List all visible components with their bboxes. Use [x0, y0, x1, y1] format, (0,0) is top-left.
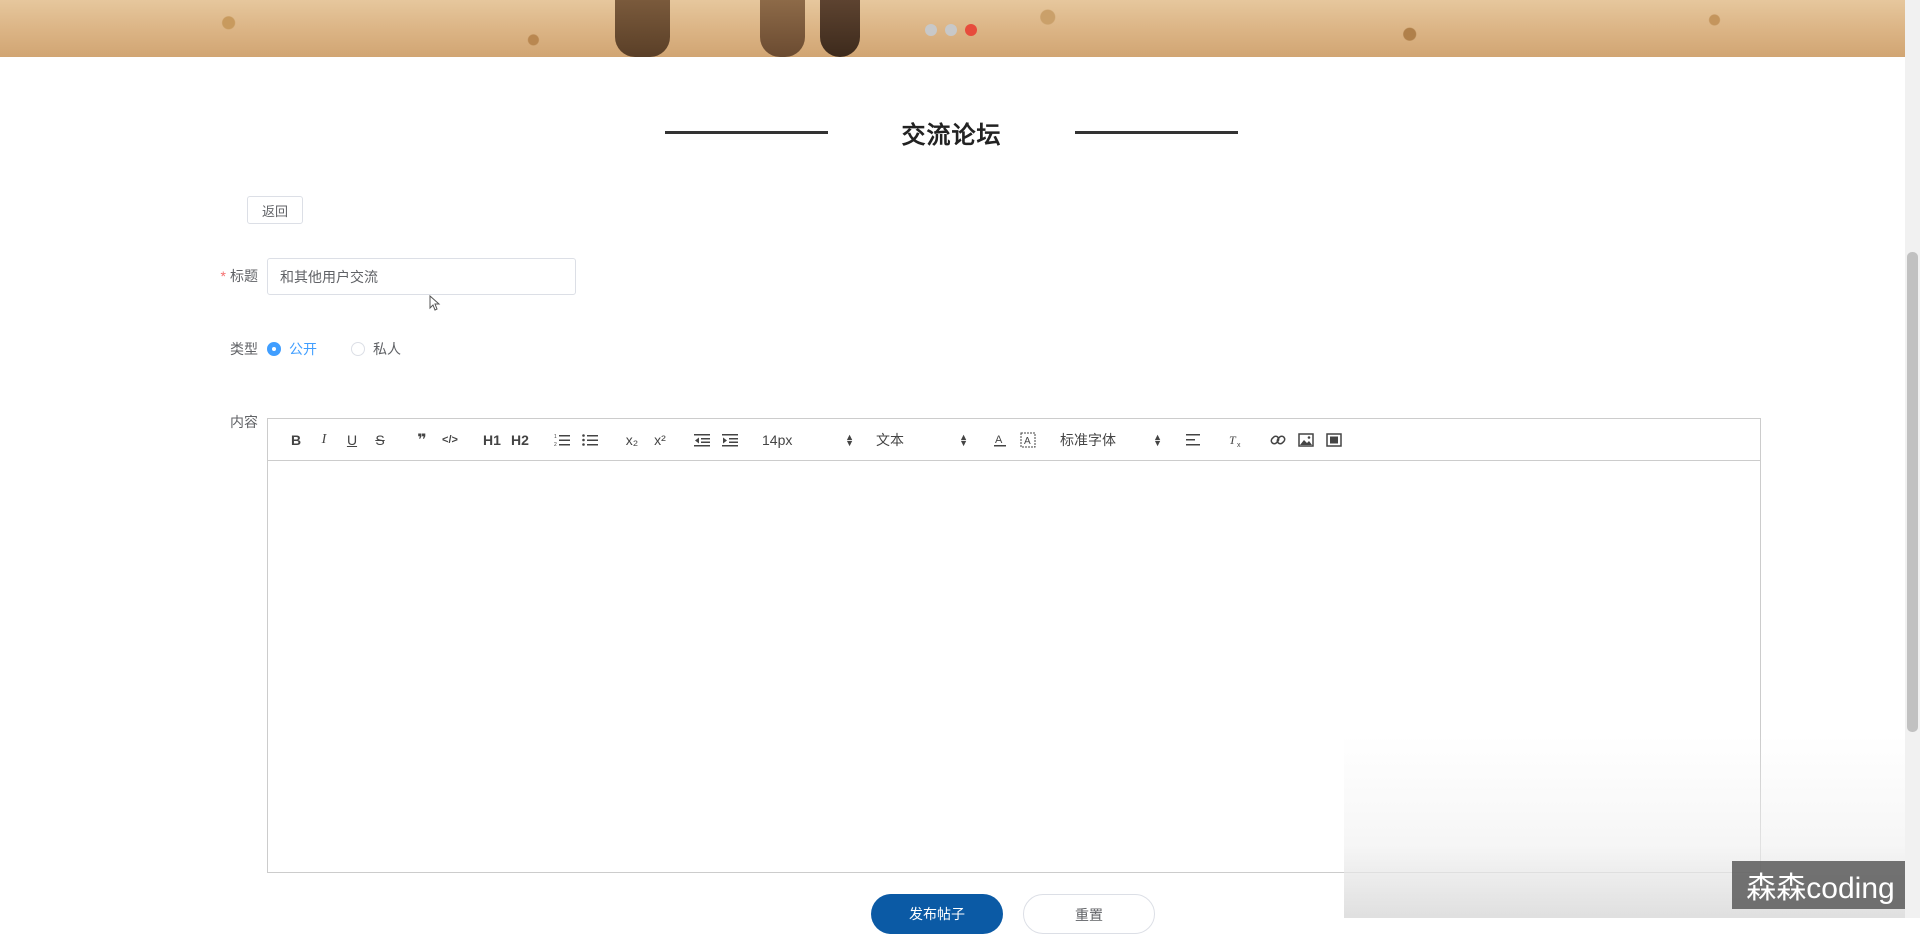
subscript-icon[interactable]: x₂: [618, 428, 646, 452]
header2-icon[interactable]: H2: [506, 428, 534, 452]
font-family-value: 标准字体: [1060, 431, 1116, 448]
indent-icon[interactable]: [716, 428, 744, 452]
scrollbar-thumb[interactable]: [1907, 252, 1918, 732]
font-size-value: 14px: [762, 431, 793, 448]
select-arrows-icon: ▲ ▼: [1153, 431, 1162, 448]
radio-circle-icon[interactable]: [267, 342, 281, 356]
bold-icon[interactable]: B: [282, 428, 310, 452]
watermark: 森森coding: [1732, 861, 1909, 909]
carousel-dot[interactable]: [925, 24, 937, 36]
svg-text:2: 2: [554, 442, 557, 447]
svg-text:A: A: [1024, 436, 1031, 447]
select-arrows-icon: ▲ ▼: [845, 431, 854, 448]
font-color-icon[interactable]: A: [986, 428, 1014, 452]
link-icon[interactable]: [1264, 428, 1292, 452]
title-input[interactable]: [267, 258, 576, 295]
bullet-list-icon[interactable]: [576, 428, 604, 452]
radio-label: 私人: [373, 341, 401, 357]
header1-icon[interactable]: H1: [478, 428, 506, 452]
blockquote-icon[interactable]: ❞: [408, 428, 436, 452]
page-scrollbar[interactable]: [1905, 0, 1920, 918]
underline-icon[interactable]: U: [338, 428, 366, 452]
strike-icon[interactable]: S: [366, 428, 394, 452]
video-icon[interactable]: [1320, 428, 1348, 452]
header-select[interactable]: 文本 ▲ ▼: [872, 430, 972, 450]
carousel-indicator: [925, 24, 977, 36]
align-icon[interactable]: [1180, 428, 1208, 452]
publish-post-button[interactable]: 发布帖子: [871, 894, 1003, 934]
ordered-list-icon[interactable]: 12: [548, 428, 576, 452]
carousel-dot-active[interactable]: [965, 24, 977, 36]
section-header: 交流论坛: [665, 112, 1238, 152]
banner-animal-figure: [760, 0, 805, 57]
font-size-select[interactable]: 14px ▲ ▼: [758, 432, 858, 448]
select-arrows-icon: ▲ ▼: [959, 431, 968, 448]
page-title: 交流论坛: [901, 121, 1002, 149]
svg-text:x: x: [1237, 442, 1241, 448]
divider-line-left: [665, 130, 828, 134]
carousel-dot[interactable]: [945, 24, 957, 36]
required-mark: *: [220, 268, 226, 284]
title-field-label: * 标题: [188, 266, 258, 286]
reset-button[interactable]: 重置: [1023, 894, 1155, 934]
svg-text:T: T: [1229, 433, 1237, 447]
title-label-text: 标题: [230, 268, 258, 284]
divider-line-right: [1075, 130, 1238, 134]
editor-toolbar: B I U S ❞ </> H1 H2 12 x₂ x² 14px ▲ ▼ 文本…: [268, 419, 1760, 461]
font-family-select[interactable]: 标准字体 ▲ ▼: [1056, 430, 1166, 450]
svg-text:A: A: [995, 434, 1003, 446]
radio-private[interactable]: 私人: [351, 339, 401, 359]
radio-circle-icon[interactable]: [351, 342, 365, 356]
radio-public[interactable]: 公开: [267, 339, 317, 359]
banner-animal-figure: [615, 0, 670, 57]
code-block-icon[interactable]: </>: [436, 428, 464, 452]
back-button[interactable]: 返回: [247, 196, 303, 224]
hero-banner: [0, 0, 1905, 57]
content-field-label: 内容: [230, 414, 258, 430]
header-select-value: 文本: [876, 431, 904, 448]
superscript-icon[interactable]: x²: [646, 428, 674, 452]
type-field-label: 类型: [230, 341, 258, 357]
radio-label: 公开: [289, 341, 317, 357]
banner-animal-figure: [820, 0, 860, 57]
svg-text:1: 1: [554, 434, 557, 440]
clean-format-icon[interactable]: Tx: [1222, 428, 1250, 452]
background-color-icon[interactable]: A: [1014, 428, 1042, 452]
outdent-icon[interactable]: [688, 428, 716, 452]
italic-icon[interactable]: I: [310, 428, 338, 452]
image-icon[interactable]: [1292, 428, 1320, 452]
